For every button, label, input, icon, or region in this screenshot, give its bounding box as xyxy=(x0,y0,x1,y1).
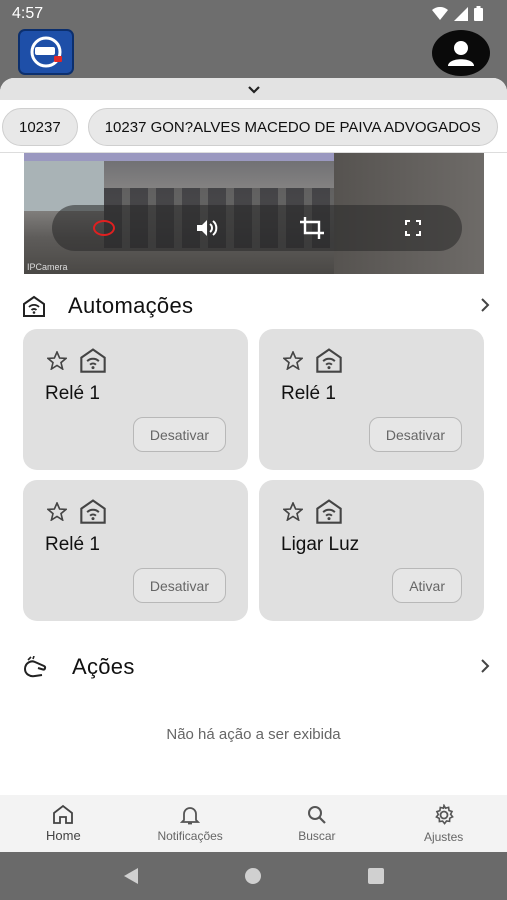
search-icon xyxy=(307,805,326,824)
automation-card[interactable]: Relé 1 Desativar xyxy=(259,329,484,470)
nav-settings-label: Ajustes xyxy=(423,829,464,844)
automations-title: Automações xyxy=(68,293,194,318)
star-icon[interactable] xyxy=(283,501,303,521)
home-circle-icon[interactable] xyxy=(244,867,262,885)
signal-icon xyxy=(454,6,468,21)
star-icon[interactable] xyxy=(47,350,67,370)
automation-card[interactable]: Ligar Luz Ativar xyxy=(259,480,484,621)
wifi-home-icon xyxy=(23,295,45,317)
automation-toggle-button[interactable]: Desativar xyxy=(132,568,226,603)
battery-icon xyxy=(474,6,483,21)
location-chips: 10237 10237 GON?ALVES MACEDO DE PAIVA AD… xyxy=(0,108,507,148)
automation-toggle-button[interactable]: Desativar xyxy=(132,417,226,452)
automation-name: Relé 1 xyxy=(45,383,100,404)
camera-watermark: IPCamera xyxy=(27,262,68,272)
content-sheet: 10237 10237 GON?ALVES MACEDO DE PAIVA AD… xyxy=(0,78,507,852)
wifi-home-icon xyxy=(316,348,342,373)
crop-icon[interactable] xyxy=(299,217,324,239)
chevron-right-icon xyxy=(481,659,490,673)
back-icon[interactable] xyxy=(122,867,140,885)
nav-search[interactable]: Buscar xyxy=(254,795,381,852)
home-icon xyxy=(53,804,74,824)
camera-logo-icon xyxy=(30,36,62,68)
record-button[interactable] xyxy=(92,220,115,236)
system-icons xyxy=(432,6,483,21)
camera-controls xyxy=(52,205,462,251)
wifi-icon xyxy=(432,6,448,20)
profile-button[interactable] xyxy=(432,30,490,76)
bottom-navigation: Home Notificações Buscar Ajustes xyxy=(0,795,507,852)
actions-title: Ações xyxy=(72,654,135,679)
chevron-down-icon xyxy=(247,85,260,94)
automation-name: Relé 1 xyxy=(281,383,336,404)
wifi-home-icon xyxy=(316,499,342,524)
status-bar: 4:57 xyxy=(0,0,507,26)
wifi-home-icon xyxy=(80,348,106,373)
recents-icon[interactable] xyxy=(367,867,385,885)
nav-settings[interactable]: Ajustes xyxy=(380,795,507,852)
actions-empty-message: Não há ação a ser exibida xyxy=(166,726,341,743)
nav-home-label: Home xyxy=(46,828,81,843)
bell-icon xyxy=(180,806,201,824)
chip-location-code[interactable]: 10237 xyxy=(2,108,78,146)
automations-header[interactable]: Automações xyxy=(22,289,490,323)
nav-notifications[interactable]: Notificações xyxy=(127,795,254,852)
hand-tap-icon xyxy=(24,656,47,678)
automation-name: Relé 1 xyxy=(45,534,100,555)
chip-location-name[interactable]: 10237 GON?ALVES MACEDO DE PAIVA ADVOGADO… xyxy=(87,108,498,146)
volume-icon[interactable] xyxy=(196,219,218,237)
nav-notifications-label: Notificações xyxy=(157,828,223,843)
system-navigation-bar xyxy=(0,852,507,900)
app-logo[interactable] xyxy=(18,29,74,75)
star-icon[interactable] xyxy=(283,350,303,370)
automation-toggle-button[interactable]: Desativar xyxy=(368,417,462,452)
wifi-home-icon xyxy=(80,499,106,524)
camera-feed[interactable]: IPCamera xyxy=(24,153,484,274)
gear-icon xyxy=(434,803,454,825)
collapse-handle[interactable] xyxy=(0,78,507,100)
automation-name: Ligar Luz xyxy=(281,534,360,555)
automation-toggle-button[interactable]: Ativar xyxy=(392,568,462,603)
nav-search-label: Buscar xyxy=(298,828,336,843)
automation-card[interactable]: Relé 1 Desativar xyxy=(23,480,248,621)
nav-home[interactable]: Home xyxy=(0,795,127,852)
fullscreen-icon[interactable] xyxy=(405,220,422,236)
chevron-right-icon xyxy=(481,298,490,312)
automation-card[interactable]: Relé 1 Desativar xyxy=(23,329,248,470)
account-icon xyxy=(448,41,474,66)
actions-header[interactable]: Ações xyxy=(22,650,490,684)
star-icon[interactable] xyxy=(47,501,67,521)
status-time: 4:57 xyxy=(12,5,44,22)
